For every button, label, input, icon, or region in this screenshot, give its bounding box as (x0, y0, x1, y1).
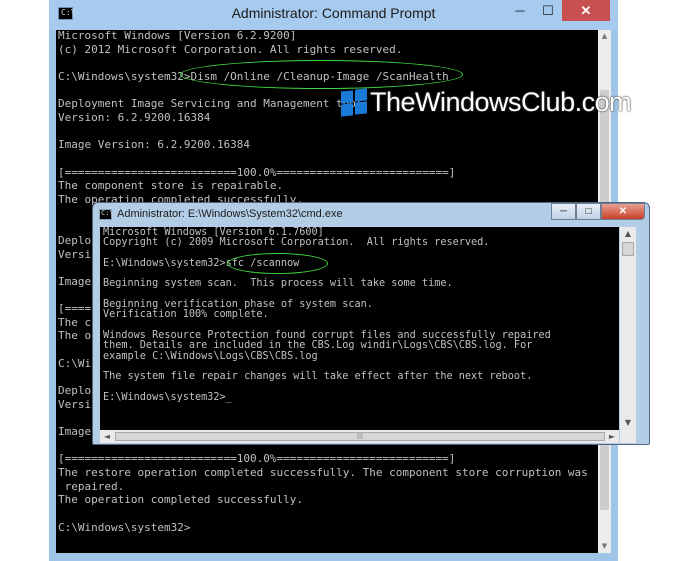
title-bar[interactable]: C:\ Administrator: Command Prompt ─ ☐ ✕ (49, 0, 618, 30)
console-output[interactable]: Microsoft Windows [Version 6.1.7600] Cop… (100, 227, 619, 430)
watermark-text: TheWindowsClub.com (370, 86, 632, 117)
console-text: Microsoft Windows [Version 6.1.7600] Cop… (103, 227, 551, 403)
close-button[interactable]: ✕ (562, 0, 610, 21)
cmd-exe-window[interactable]: C:\ Administrator: E:\Windows\System32\c… (92, 202, 650, 445)
close-button[interactable]: ✕ (601, 203, 645, 220)
highlight-sfc-command (227, 253, 328, 274)
logo-pane (355, 101, 367, 115)
window-controls: ─ □ ✕ (551, 203, 645, 220)
window-title: Administrator: E:\Windows\System32\cmd.e… (117, 208, 343, 220)
highlight-dism-command (180, 60, 463, 89)
scroll-left-icon[interactable]: ◄ (100, 430, 114, 443)
maximize-button[interactable]: ☐ (534, 0, 562, 21)
scroll-thumb[interactable] (622, 242, 634, 256)
scroll-up-icon[interactable]: ▲ (598, 30, 611, 43)
window-controls: ─ ☐ ✕ (506, 0, 610, 21)
logo-pane (355, 88, 367, 102)
watermark: TheWindowsClub.com (340, 86, 632, 118)
minimize-button[interactable]: ─ (506, 0, 534, 21)
minimize-button[interactable]: ─ (551, 203, 576, 220)
logo-pane (341, 103, 353, 117)
title-bar[interactable]: C:\ Administrator: E:\Windows\System32\c… (93, 203, 649, 225)
horizontal-scrollbar[interactable]: ◄ ||| ► (100, 430, 619, 443)
logo-pane (341, 90, 353, 104)
scroll-down-icon[interactable]: ▼ (598, 540, 611, 553)
windows-logo-icon (340, 88, 368, 117)
resize-grip[interactable] (620, 430, 636, 443)
scroll-up-icon[interactable]: ▲ (620, 227, 636, 241)
scroll-down-icon[interactable]: ▼ (620, 416, 636, 430)
maximize-button[interactable]: □ (576, 203, 601, 220)
vertical-scrollbar[interactable]: ▲ ▼ (620, 227, 636, 430)
cmd-icon: C:\ (99, 209, 114, 220)
scroll-right-icon[interactable]: ► (605, 430, 619, 443)
scroll-thumb[interactable]: ||| (115, 432, 605, 441)
